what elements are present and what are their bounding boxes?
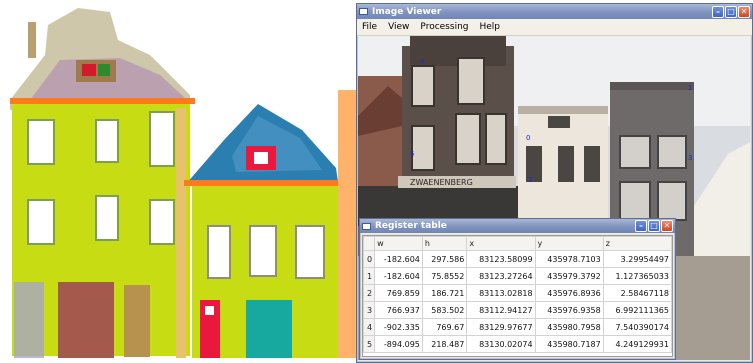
cell-z[interactable]: 2.58467118	[602, 284, 672, 302]
column-header-z[interactable]: z	[602, 236, 672, 251]
cell-w[interactable]: -894.095	[374, 335, 423, 353]
column-header-h[interactable]: h	[421, 236, 468, 251]
right-house-dormer-window	[254, 152, 268, 164]
left-house-side-strip	[176, 108, 186, 358]
image-viewer-titlebar[interactable]: Image Viewer – □ ✕	[357, 4, 752, 19]
register-table-container: w h x y z 0 -182.604 297.586 83123.58099…	[362, 235, 673, 357]
menu-processing[interactable]: Processing	[415, 22, 474, 32]
cell-w[interactable]: -182.604	[374, 267, 423, 285]
cell-h[interactable]: 186.721	[421, 284, 468, 302]
app-window-icon	[359, 8, 368, 15]
cell-z[interactable]: 6.992111365	[602, 301, 672, 319]
cell-w[interactable]: -902.335	[374, 318, 423, 336]
cell-x[interactable]: 83123.27264	[466, 267, 536, 285]
cell-h[interactable]: 75.8552	[421, 267, 468, 285]
menu-bar: File View Processing Help	[357, 19, 752, 36]
menu-view[interactable]: View	[383, 22, 415, 32]
table-row[interactable]: 2 769.859 186.721 83113.02818 435976.893…	[363, 284, 672, 302]
cell-y[interactable]: 435980.7958	[534, 318, 604, 336]
cell-z[interactable]: 3.29954497	[602, 250, 672, 268]
left-house-door	[124, 285, 150, 357]
row-index[interactable]: 1	[363, 267, 376, 285]
cell-h[interactable]: 297.586	[421, 250, 468, 268]
cell-z[interactable]: 7.540390174	[602, 318, 672, 336]
menu-help[interactable]: Help	[474, 22, 506, 32]
cell-y[interactable]: 435980.7187	[534, 335, 604, 353]
table-header-row: w h x y z	[363, 236, 672, 251]
cell-x[interactable]: 83123.58099	[466, 250, 536, 268]
right-house-teal-door	[246, 300, 292, 358]
left-house-dormer-window	[82, 64, 96, 76]
left-house-garage-door	[58, 282, 114, 358]
register-table: w h x y z 0 -182.604 297.586 83123.58099…	[363, 236, 672, 353]
cell-y[interactable]: 435978.7103	[534, 250, 604, 268]
table-row[interactable]: 3 766.937 583.502 83112.94127 435976.935…	[363, 301, 672, 319]
cell-y[interactable]: 435979.3792	[534, 267, 604, 285]
cell-w[interactable]: -182.604	[374, 250, 423, 268]
right-house-side	[338, 90, 356, 358]
right-house-windows	[207, 225, 325, 279]
cell-x[interactable]: 83130.02074	[466, 335, 536, 353]
row-index[interactable]: 2	[363, 284, 376, 302]
minimize-icon[interactable]: –	[635, 220, 647, 232]
table-row[interactable]: 5 -894.095 218.487 83130.02074 435980.71…	[363, 335, 672, 353]
cell-h[interactable]: 583.502	[421, 301, 468, 319]
left-house-dormer-window	[98, 64, 110, 76]
photo-point-label: 0	[526, 134, 530, 142]
register-table-title: Register table	[375, 221, 447, 231]
column-header-x[interactable]: x	[466, 236, 536, 251]
close-icon[interactable]: ✕	[738, 5, 750, 18]
cell-z[interactable]: 1.127365033	[602, 267, 672, 285]
cell-x[interactable]: 83129.97677	[466, 318, 536, 336]
maximize-icon[interactable]: □	[725, 5, 737, 18]
column-header-w[interactable]: w	[374, 236, 423, 251]
register-table-titlebar[interactable]: Register table – □ ✕	[360, 219, 675, 233]
minimize-icon[interactable]: –	[712, 5, 724, 18]
cell-h[interactable]: 769.67	[421, 318, 468, 336]
cell-y[interactable]: 435976.9358	[534, 301, 604, 319]
point-cloud-view	[10, 8, 356, 358]
photo-point-label: 4	[420, 58, 425, 66]
cell-w[interactable]: 766.937	[374, 301, 423, 319]
right-house-eave	[184, 180, 340, 186]
row-index[interactable]: 3	[363, 301, 376, 319]
cell-w[interactable]: 769.859	[374, 284, 423, 302]
left-house-eave	[10, 98, 195, 104]
menu-file[interactable]: File	[357, 22, 383, 32]
maximize-icon[interactable]: □	[648, 220, 660, 232]
photo-point-label: 2	[528, 176, 532, 184]
table-row[interactable]: 1 -182.604 75.8552 83123.27264 435979.37…	[363, 267, 672, 285]
row-index[interactable]: 5	[363, 335, 376, 353]
left-house-base-left	[14, 282, 44, 358]
photo-shop-sign: ZWAENENBERG	[410, 178, 473, 187]
cell-h[interactable]: 218.487	[421, 335, 468, 353]
row-index[interactable]: 0	[363, 250, 376, 268]
close-icon[interactable]: ✕	[661, 220, 673, 232]
column-header-y[interactable]: y	[534, 236, 604, 251]
right-house-red-door-window	[205, 306, 214, 315]
row-index[interactable]: 4	[363, 318, 376, 336]
photo-point-label: 5	[410, 150, 414, 158]
table-row[interactable]: 0 -182.604 297.586 83123.58099 435978.71…	[363, 250, 672, 268]
image-viewer-title: Image Viewer	[372, 6, 442, 17]
photo-point-label: 3	[688, 154, 692, 162]
cell-x[interactable]: 83112.94127	[466, 301, 536, 319]
photo-point-label: 1	[688, 84, 692, 92]
cell-y[interactable]: 435976.8936	[534, 284, 604, 302]
left-house-chimney	[28, 22, 36, 58]
table-row[interactable]: 4 -902.335 769.67 83129.97677 435980.795…	[363, 318, 672, 336]
corner-header	[363, 236, 376, 251]
cell-z[interactable]: 4.249129931	[602, 335, 672, 353]
app-window-icon	[362, 222, 371, 230]
register-table-window: Register table – □ ✕ w h x y z 0 -182.60…	[359, 218, 676, 360]
cell-x[interactable]: 83113.02818	[466, 284, 536, 302]
